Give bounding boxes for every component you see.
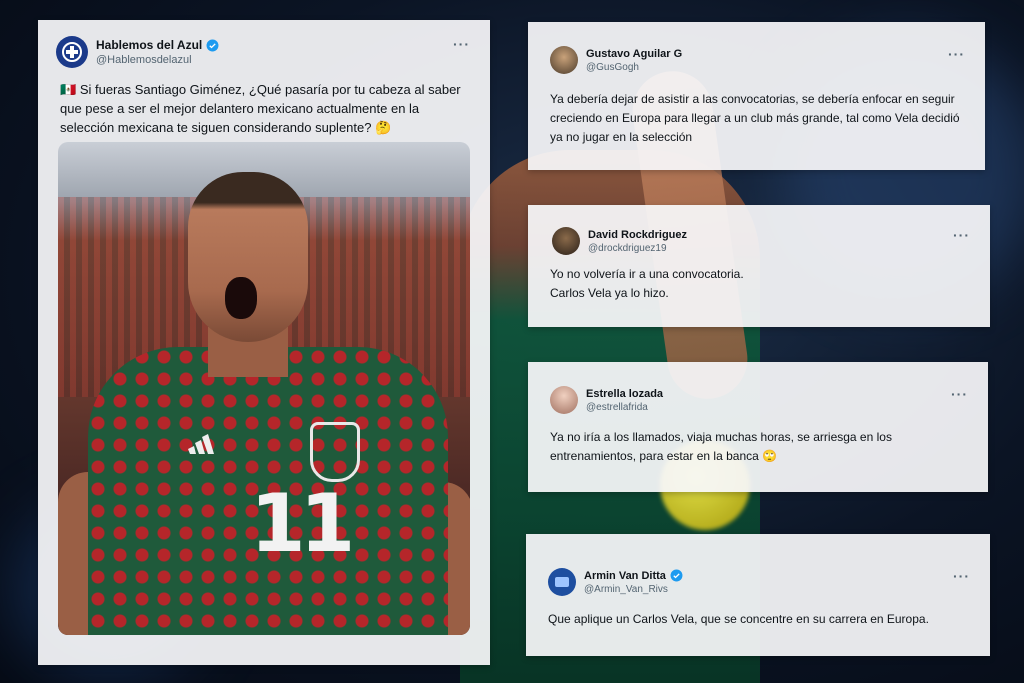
tweet-text: Yo no volvería ir a una convocatoria. Ca… [550,265,970,303]
tweet-text-line: Carlos Vela ya lo hizo. [550,286,669,300]
avatar[interactable] [56,36,88,68]
more-options-icon[interactable]: ··· [951,386,968,402]
avatar[interactable] [550,46,578,74]
tweet-header: Hablemos del Azul @Hablemosdelazul [56,36,219,68]
tweet-header: Gustavo Aguilar G @GusGogh [550,46,682,74]
reply-tweet-card[interactable]: Armin Van Ditta @Armin_Van_Rivs ··· Que … [526,534,990,656]
tweet-text: 🇲🇽 Si fueras Santiago Giménez, ¿Qué pasa… [60,80,470,137]
reply-tweet-card[interactable]: David Rockdriguez @drockdriguez19 ··· Yo… [528,205,990,327]
author-handle[interactable]: @Hablemosdelazul [96,54,219,66]
tweet-text: Ya debería dejar de asistir a las convoc… [550,92,960,144]
avatar[interactable] [552,227,580,255]
author-handle[interactable]: @Armin_Van_Rivs [584,584,683,595]
avatar[interactable] [550,386,578,414]
tweet-text: Ya no iría a los llamados, viaja muchas … [550,430,892,463]
author-name[interactable]: Estrella lozada [586,388,663,400]
avatar[interactable] [548,568,576,596]
verified-badge-icon [670,569,683,582]
tweet-media-image[interactable]: 11 [58,142,470,635]
verified-badge-icon [206,39,219,51]
more-options-icon[interactable]: ··· [953,227,970,243]
more-options-icon[interactable]: ··· [953,568,970,584]
jersey-number: 11 [250,477,355,570]
profile-logo-icon [549,569,575,595]
main-tweet-card[interactable]: Hablemos del Azul @Hablemosdelazul ··· 🇲… [38,20,490,665]
tweet-header: Estrella lozada @estrellafrida [550,386,663,414]
reply-tweet-card[interactable]: Gustavo Aguilar G @GusGogh ··· Ya deberí… [528,22,985,170]
more-options-icon[interactable]: ··· [453,36,470,52]
tweet-text-body: Si fueras Santiago Giménez, ¿Qué pasaría… [60,82,461,135]
jersey-crest-icon [310,422,360,482]
author-name[interactable]: Armin Van Ditta [584,570,666,582]
tweet-header: David Rockdriguez @drockdriguez19 [552,227,687,255]
reply-tweet-card[interactable]: Estrella lozada @estrellafrida ··· Ya no… [528,362,988,492]
adidas-logo-icon [188,434,214,454]
author-name[interactable]: Gustavo Aguilar G [586,48,682,60]
tweet-header: Armin Van Ditta @Armin_Van_Rivs [548,568,683,596]
player-mouth [225,277,257,319]
more-options-icon[interactable]: ··· [948,46,965,62]
author-name[interactable]: David Rockdriguez [588,229,687,241]
author-handle[interactable]: @estrellafrida [586,402,663,413]
author-name[interactable]: Hablemos del Azul [96,38,202,52]
mexico-flag-icon: 🇲🇽 [60,82,77,97]
tweet-text-line: Yo no volvería ir a una convocatoria. [550,267,744,281]
tweet-text: Que aplique un Carlos Vela, que se conce… [548,612,929,626]
author-handle[interactable]: @GusGogh [586,62,682,73]
hablemos-logo-icon [57,37,87,67]
author-handle[interactable]: @drockdriguez19 [588,243,687,254]
